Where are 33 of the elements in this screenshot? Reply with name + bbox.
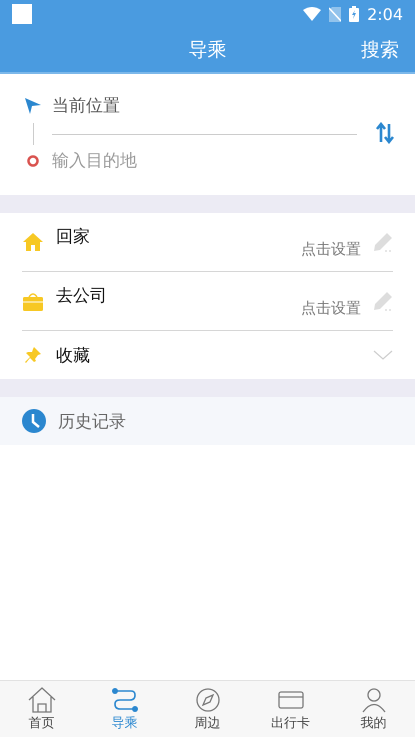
- set-hint: 点击设置: [301, 298, 361, 318]
- shortcut-label: 去公司: [56, 285, 107, 307]
- tab-bar-item[interactable]: 周边: [166, 681, 249, 737]
- shortcut-row[interactable]: 收藏: [22, 331, 393, 379]
- pencil-icon[interactable]: [373, 232, 393, 252]
- no-sim-icon: [329, 6, 342, 22]
- route-icon: [110, 686, 140, 712]
- notification-icon: [12, 4, 32, 24]
- shortcut-row[interactable]: 去公司 点击设置: [22, 272, 393, 331]
- pencil-icon[interactable]: [373, 291, 393, 311]
- set-hint: 点击设置: [301, 240, 361, 258]
- status-time: 2:04: [367, 4, 403, 24]
- tab-bar-item[interactable]: 首页: [0, 681, 83, 737]
- wifi-icon: [303, 7, 322, 21]
- clock-icon: [22, 409, 46, 433]
- battery-icon: [349, 6, 360, 22]
- shortcut-label: 收藏: [56, 344, 90, 366]
- history-row[interactable]: 历史记录: [0, 397, 415, 445]
- house-icon: [22, 233, 44, 251]
- navigation-arrow-icon: [24, 96, 42, 114]
- house-icon: [26, 686, 56, 712]
- tab-bar-item[interactable]: 我的: [332, 681, 415, 737]
- shortcut-label: 回家: [56, 226, 90, 248]
- origin-field[interactable]: 当前位置: [52, 88, 357, 123]
- shortcut-row[interactable]: 回家 点击设置: [22, 213, 393, 272]
- destination-circle-icon: [26, 154, 40, 168]
- swap-icon[interactable]: [375, 122, 395, 144]
- chevron-down-icon[interactable]: [373, 350, 393, 360]
- briefcase-icon: [22, 291, 44, 311]
- history-label: 历史记录: [58, 410, 126, 432]
- tab-bar-item[interactable]: 导乘: [83, 681, 166, 737]
- tab-bar-item[interactable]: 出行卡: [249, 681, 332, 737]
- page-title: 导乘: [188, 38, 226, 63]
